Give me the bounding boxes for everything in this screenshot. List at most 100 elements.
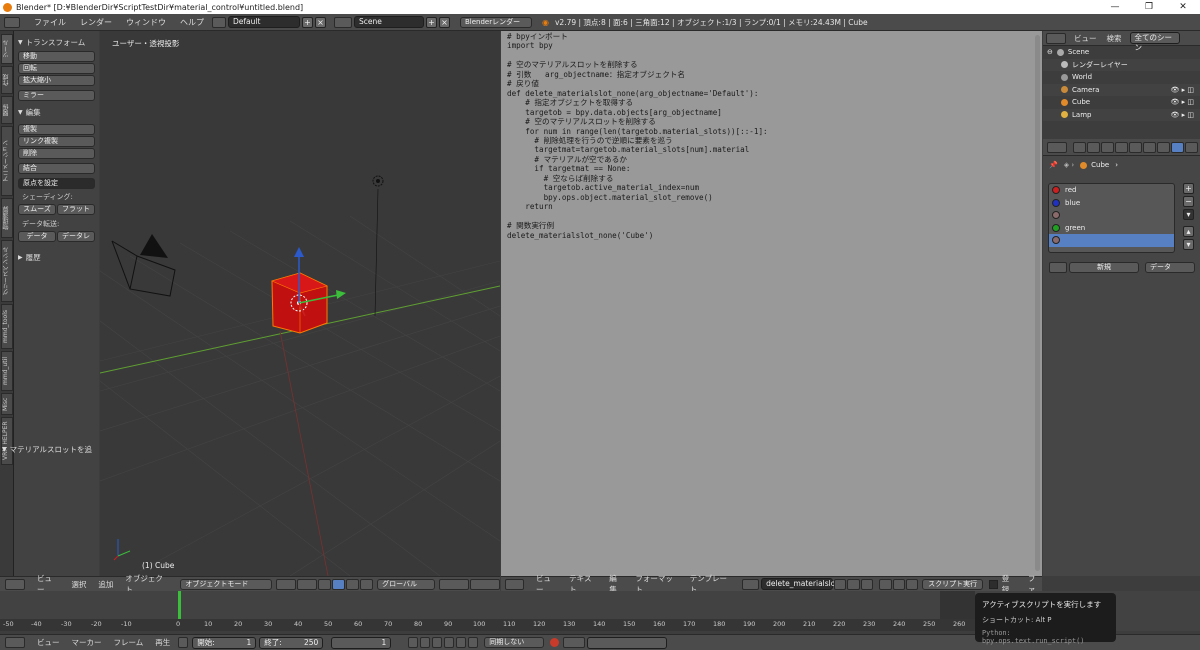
remove-slot-button[interactable]: − — [1183, 196, 1194, 207]
add-scene-button[interactable]: + — [426, 16, 437, 28]
camera-object[interactable] — [111, 234, 176, 297]
syntax-highlight-icon[interactable] — [905, 578, 919, 590]
play-icon[interactable] — [444, 637, 455, 648]
material-slot-panel-header[interactable]: ▼ マテリアルスロットを追 — [2, 444, 100, 455]
editor-type-icon[interactable] — [1046, 32, 1066, 44]
material-slot[interactable]: blue — [1049, 197, 1174, 210]
tab-mmd-util[interactable]: mmd_util — [1, 351, 13, 391]
manipulator-icon[interactable] — [318, 578, 332, 590]
next-keyframe-icon[interactable] — [456, 637, 467, 648]
3d-viewport[interactable]: ユーザー・透視投影 (1) Cube — [100, 31, 500, 576]
material-link-dropdown[interactable]: データ — [1145, 262, 1195, 273]
open-text-icon[interactable] — [847, 578, 860, 590]
tab-mmd-tools[interactable]: mmd_tools — [1, 304, 13, 349]
scene-icon[interactable] — [334, 16, 352, 28]
register-checkbox[interactable] — [989, 579, 998, 589]
modifiers-tab-icon[interactable] — [1143, 141, 1156, 153]
new-text-icon[interactable] — [834, 578, 847, 590]
current-frame-field[interactable]: 1 — [331, 636, 392, 649]
data-tab-icon[interactable] — [1157, 141, 1170, 153]
material-browse-icon[interactable] — [1049, 262, 1067, 273]
mode-dropdown[interactable]: オブジェクトモード — [180, 578, 273, 590]
start-frame-field[interactable]: 開始: 1 — [192, 636, 257, 649]
mirror-button[interactable]: ミラー — [18, 90, 95, 101]
transform-panel-header[interactable]: ▼ トランスフォーム — [18, 37, 95, 48]
menu-window[interactable]: ウィンドウ — [126, 17, 166, 28]
history-panel-header[interactable]: ▶ 履歴 — [18, 252, 95, 263]
material-slot-active[interactable] — [1049, 234, 1174, 247]
menu-view[interactable]: ビュー — [37, 637, 60, 648]
text-editor[interactable]: # bpyインポート import bpy # 空のマテリアルスロットを削除する… — [501, 31, 1042, 576]
lamp-object[interactable] — [372, 175, 384, 317]
add-layout-button[interactable]: + — [302, 16, 313, 28]
data-transfer-button[interactable]: データ — [18, 231, 56, 242]
tab-vrm-helper[interactable]: VRM HELPER — [1, 417, 13, 465]
duplicate-button[interactable]: 複製 — [18, 124, 95, 135]
tab-tools[interactable]: ツール — [1, 34, 13, 64]
outliner-item-render-layers[interactable]: レンダーレイヤー — [1043, 58, 1200, 71]
play-reverse-icon[interactable] — [432, 637, 443, 648]
tab-grease-pencil[interactable]: グリースペンシル — [1, 240, 13, 302]
render-tab-icon[interactable] — [1073, 141, 1086, 153]
delete-button[interactable]: 削除 — [18, 148, 95, 159]
menu-add[interactable]: 追加 — [98, 579, 113, 590]
scene-field[interactable]: Scene — [354, 16, 424, 28]
layers-icon[interactable] — [439, 578, 470, 590]
word-wrap-icon[interactable] — [892, 578, 905, 590]
layout-field[interactable]: Default — [228, 16, 300, 28]
editor-type-icon[interactable] — [5, 578, 25, 590]
set-origin-dropdown[interactable]: 原点を設定 — [18, 178, 95, 189]
outliner-view-menu[interactable]: ビュー — [1074, 33, 1097, 44]
record-icon[interactable] — [550, 638, 560, 647]
translate-button[interactable]: 移動 — [18, 51, 95, 62]
tab-physics[interactable]: 物理演算 — [1, 198, 13, 238]
pivot-icon[interactable] — [297, 578, 318, 590]
move-slot-down-button[interactable]: ▾ — [1183, 239, 1194, 250]
scene-tab-icon[interactable] — [1101, 141, 1114, 153]
material-tab-icon[interactable] — [1171, 141, 1184, 153]
menu-marker[interactable]: マーカー — [72, 637, 102, 648]
editor-type-icon[interactable] — [505, 578, 524, 590]
world-tab-icon[interactable] — [1115, 141, 1128, 153]
render-engine-dropdown[interactable]: Blenderレンダー — [460, 16, 532, 28]
outliner-search-menu[interactable]: 検索 — [1107, 33, 1122, 44]
outliner-item-scene[interactable]: ⊖ Scene — [1043, 46, 1200, 59]
rotate-button[interactable]: 回転 — [18, 63, 95, 74]
slot-specials-button[interactable]: ▾ — [1183, 209, 1194, 220]
duplicate-linked-button[interactable]: リンク複製 — [18, 136, 95, 147]
tab-misc[interactable]: Misc — [1, 393, 13, 415]
outliner-item-cube[interactable]: Cube 👁 ▸ ◫ — [1043, 96, 1200, 109]
layers-icon-2[interactable] — [470, 578, 500, 590]
keying-set-icon[interactable] — [563, 637, 586, 648]
text-file-field[interactable]: delete_materialslot... — [761, 578, 845, 590]
layout-icon[interactable] — [212, 16, 226, 28]
shade-smooth-button[interactable]: スムーズ — [18, 204, 56, 215]
editor-type-icon[interactable] — [5, 637, 25, 648]
keying-set-field[interactable] — [587, 636, 668, 649]
editor-type-icon[interactable] — [1047, 141, 1067, 153]
join-button[interactable]: 結合 — [18, 163, 95, 174]
shading-icon[interactable] — [276, 578, 297, 590]
texture-tab-icon[interactable] — [1185, 141, 1198, 153]
jump-start-icon[interactable] — [408, 637, 419, 648]
editor-type-icon[interactable] — [4, 16, 20, 28]
data-layout-button[interactable]: データレ — [57, 231, 95, 242]
prev-keyframe-icon[interactable] — [420, 637, 431, 648]
outliner-item-lamp[interactable]: Lamp 👁 ▸ ◫ — [1043, 108, 1200, 121]
move-slot-up-button[interactable]: ▴ — [1183, 226, 1194, 237]
tab-create[interactable]: 作成 — [1, 66, 13, 94]
frame-ruler[interactable]: -50 -40 -30 -20 -10 0 10 20 30 40 50 60 … — [0, 619, 975, 631]
visibility-icon[interactable]: 👁 ▸ ◫ — [1171, 98, 1194, 106]
outliner-item-world[interactable]: World — [1043, 71, 1200, 84]
display-mode-dropdown[interactable]: 全てのシーン — [1129, 32, 1180, 52]
pin-icon[interactable]: 📌 — [1049, 161, 1058, 169]
shade-flat-button[interactable]: フラット — [57, 204, 95, 215]
text-datablock-icon[interactable] — [741, 578, 760, 590]
unlink-text-icon[interactable] — [860, 578, 874, 590]
editor-scrollbar[interactable] — [1035, 35, 1040, 571]
end-frame-field[interactable]: 終了: 250 — [259, 636, 324, 649]
script-code[interactable]: # bpyインポート import bpy # 空のマテリアルスロットを削除する… — [507, 32, 768, 240]
edit-panel-header[interactable]: ▼ 編集 — [18, 107, 95, 118]
menu-render[interactable]: レンダー — [80, 17, 112, 28]
material-slot[interactable] — [1049, 209, 1174, 222]
